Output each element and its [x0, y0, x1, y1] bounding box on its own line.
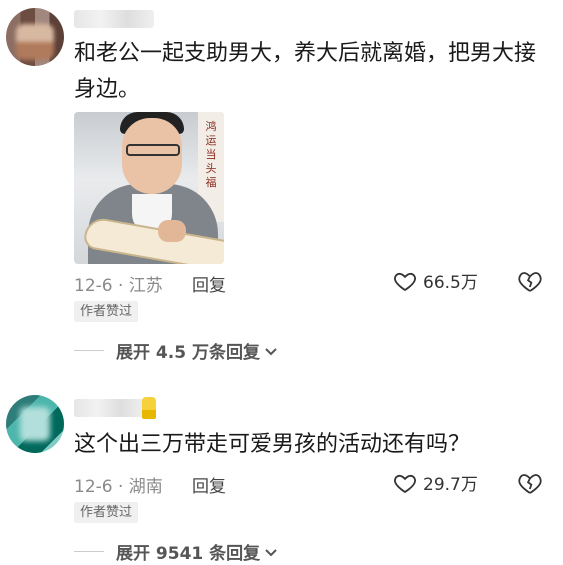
comment-text: 这个出三万带走可爱男孩的活动还有吗？ — [74, 432, 471, 457]
divider-line — [74, 350, 104, 351]
chevron-down-icon — [265, 548, 277, 556]
reply-button[interactable]: 回复 — [192, 271, 226, 296]
reply-button[interactable]: 回复 — [192, 472, 226, 497]
author-liked-tag: 作者赞过 — [74, 502, 139, 523]
comment-meta: 12-6 · 湖南 回复 — [74, 472, 226, 497]
username-blurred[interactable] — [74, 10, 154, 28]
heart-outline-icon — [394, 272, 416, 291]
avatar[interactable] — [6, 395, 64, 453]
username-blurred[interactable] — [74, 399, 144, 417]
author-liked-tag: 作者赞过 — [74, 301, 139, 322]
comment-meta: 12-6 · 江苏 回复 — [74, 271, 226, 296]
chevron-down-icon — [265, 347, 277, 355]
divider-line — [74, 551, 104, 552]
like-count: 66.5万 — [423, 273, 478, 293]
photo-person-head — [122, 118, 182, 194]
expand-label: 展开 4.5 万条回复 — [116, 343, 260, 363]
expand-replies-button[interactable]: 展开 4.5 万条回复 — [74, 338, 278, 363]
photo-wall-calligraphy: 鸿运当头福 — [205, 120, 217, 189]
like-button[interactable]: 29.7万 — [393, 470, 478, 495]
photo-person-glasses — [126, 144, 180, 156]
heart-outline-icon — [394, 474, 416, 493]
date-location: 12-6 · 湖南 — [74, 477, 163, 497]
like-count: 29.7万 — [423, 475, 478, 495]
broken-heart-icon[interactable] — [517, 268, 543, 294]
date-location: 12-6 · 江苏 — [74, 276, 163, 296]
user-badge-icon — [142, 397, 156, 419]
expand-replies-button[interactable]: 展开 9541 条回复 — [74, 539, 278, 564]
expand-label: 展开 9541 条回复 — [116, 544, 261, 564]
comment-image[interactable]: 鸿运当头福 — [74, 112, 224, 264]
avatar[interactable] — [6, 8, 64, 66]
comment-text: 和老公一起支助男大，养大后就离婚，把男大接身边。 — [74, 41, 537, 102]
broken-heart-icon[interactable] — [517, 470, 543, 496]
like-button[interactable]: 66.5万 — [393, 268, 478, 293]
photo-hand — [158, 220, 186, 242]
